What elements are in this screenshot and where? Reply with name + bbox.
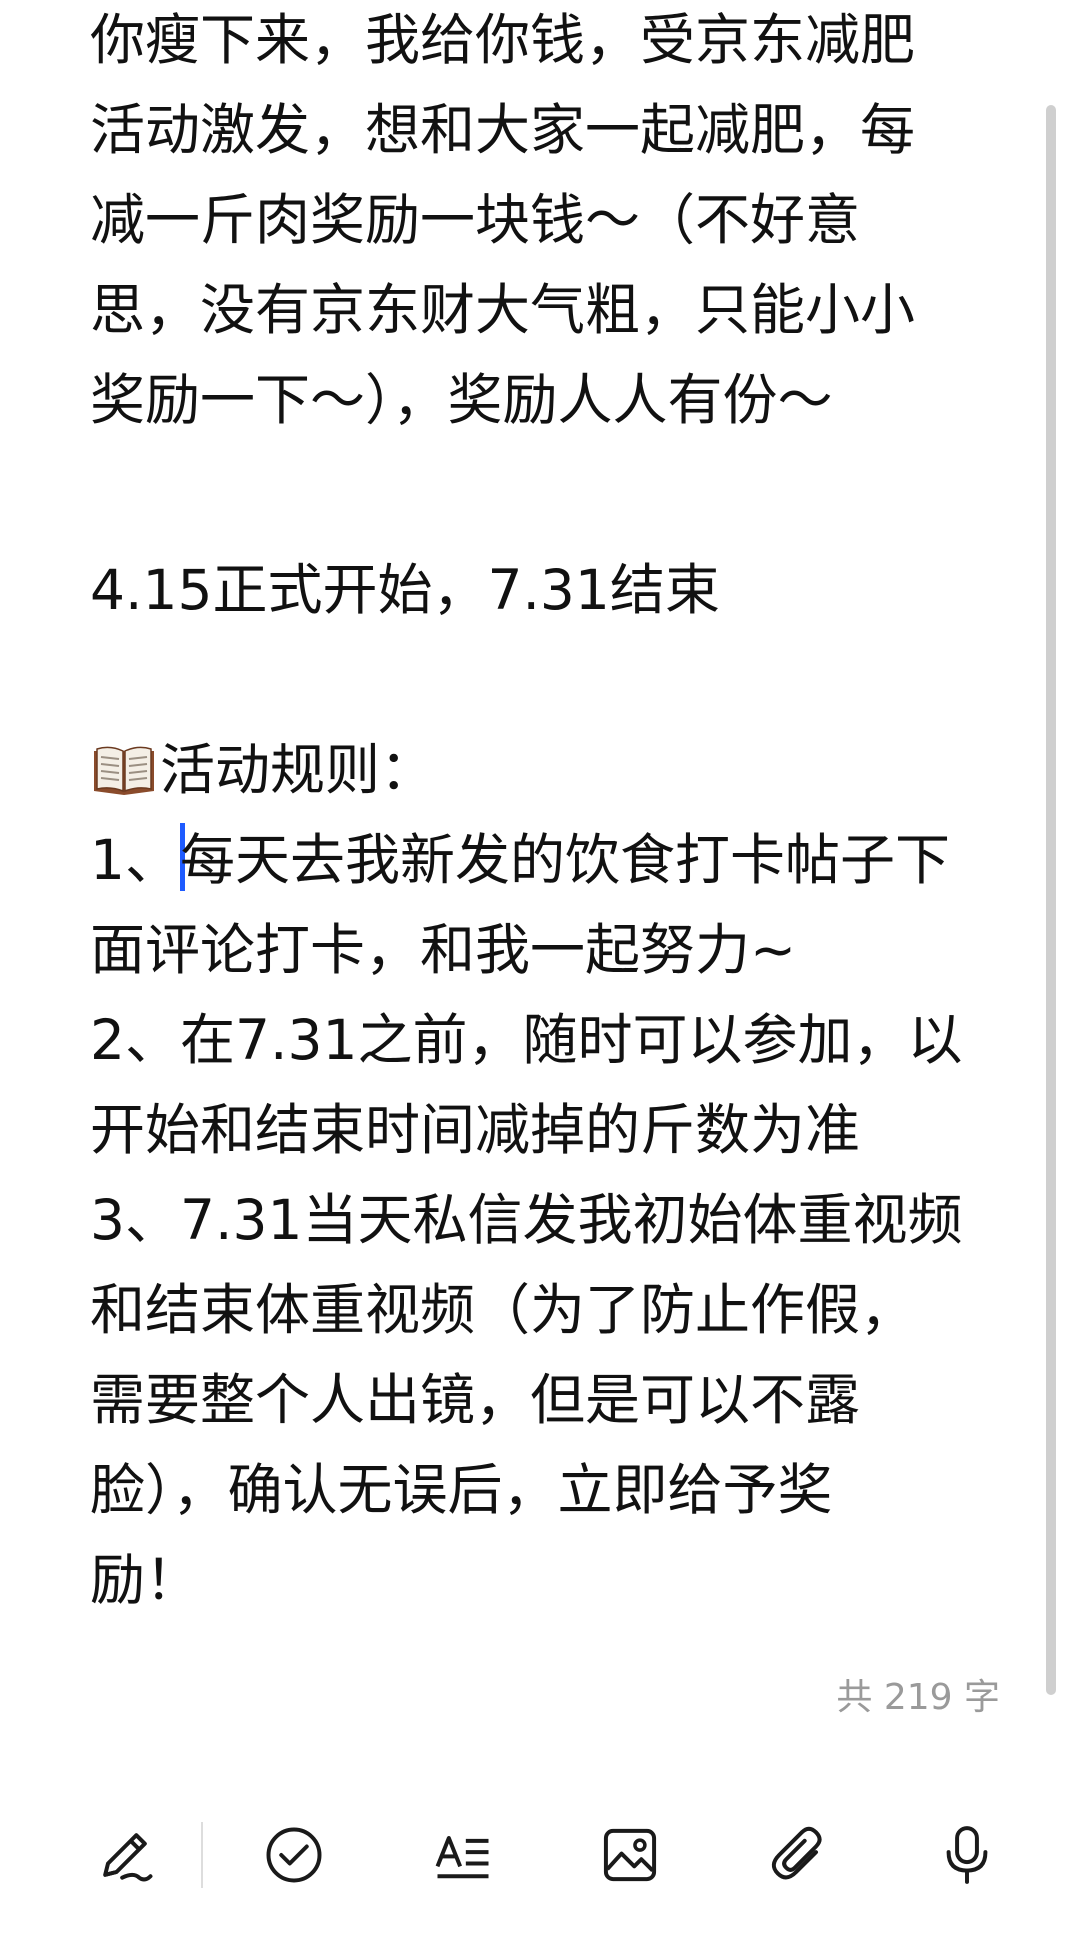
rules-heading: 活动规则： (160, 738, 436, 802)
text-format-icon (435, 1836, 489, 1879)
text-line: 面评论打卡，和我一起努力~ (90, 918, 797, 982)
bottom-toolbar (0, 1810, 1080, 1900)
text-line: 4.15正式开始，7.31结束 (90, 558, 720, 622)
image-icon (603, 1828, 657, 1882)
text-line: 励！ (90, 1548, 201, 1612)
text-format-button[interactable] (418, 1810, 508, 1900)
note-editor[interactable]: 你瘦下来，我给你钱，受京东减肥 活动激发，想和大家一起减肥，每 减一斤肉奖励一块… (90, 0, 1010, 1700)
text-line: 开始和结束时间减掉的斤数为准 (90, 1098, 861, 1162)
voice-input-button[interactable] (922, 1810, 1012, 1900)
rules-paragraph: 活动规则： 1、每天去我新发的饮食打卡帖子下 面评论打卡，和我一起努力~ 2、在… (90, 725, 962, 1625)
text-line: 2、在7.31之前，随时可以参加，以 (90, 1008, 963, 1072)
open-book-icon (90, 733, 158, 795)
rule-1-text: 每天去我新发的饮食打卡帖子下 (180, 828, 951, 892)
text-line: 活动激发，想和大家一起减肥，每 (90, 98, 916, 162)
text-line: 和结束体重视频（为了防止作假， (90, 1278, 916, 1342)
text-line: 减一斤肉奖励一块钱～（不好意 (90, 188, 861, 252)
text-line: 3、7.31当天私信发我初始体重视频 (90, 1188, 963, 1252)
dates-paragraph: 4.15正式开始，7.31结束 (90, 545, 720, 635)
microphone-icon (946, 1826, 988, 1884)
text-line: 思，没有京东财大气粗，只能小小 (90, 278, 916, 342)
text-line: 你瘦下来，我给你钱，受京东减肥 (90, 8, 916, 72)
insert-image-button[interactable] (585, 1810, 675, 1900)
intro-paragraph: 你瘦下来，我给你钱，受京东减肥 活动激发，想和大家一起减肥，每 减一斤肉奖励一块… (90, 0, 915, 445)
attachment-icon (771, 1826, 822, 1880)
pen-icon (103, 1833, 153, 1882)
rules-heading-line: 活动规则： (90, 725, 962, 815)
text-line: 需要整个人出镜，但是可以不露 (90, 1368, 861, 1432)
rule-1-prefix: 1、 (90, 828, 180, 892)
toolbar-divider (201, 1822, 203, 1888)
rule-1-line: 1、每天去我新发的饮食打卡帖子下 (90, 815, 962, 905)
handwriting-button[interactable] (80, 1810, 170, 1900)
checklist-button[interactable] (249, 1810, 339, 1900)
attachment-button[interactable] (754, 1810, 844, 1900)
checkbox-icon (266, 1827, 322, 1883)
scrollbar[interactable] (1046, 105, 1056, 1695)
text-line: 脸），确认无误后，立即给予奖 (90, 1458, 833, 1522)
word-count: 共 219 字 (836, 1677, 1000, 1718)
text-line: 奖励一下～），奖励人人有份～ (90, 368, 833, 432)
